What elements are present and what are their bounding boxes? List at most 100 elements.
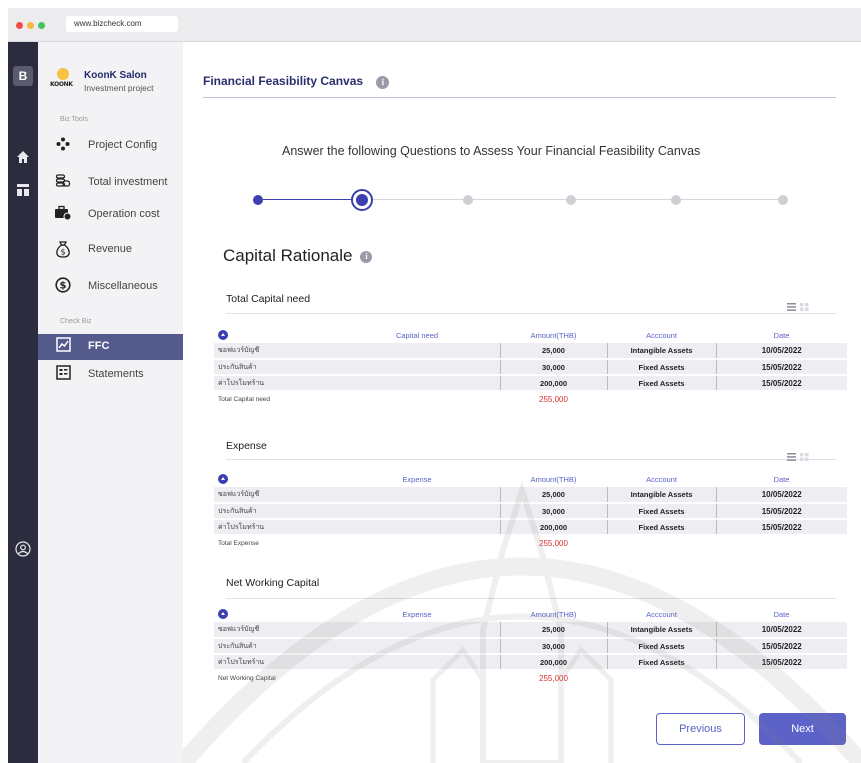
info-icon[interactable]: i <box>360 251 373 263</box>
date-cell: 15/05/2022 <box>715 519 847 536</box>
coins-icon <box>54 173 72 191</box>
date-cell: 10/05/2022 <box>715 343 847 360</box>
step-4[interactable] <box>566 195 576 205</box>
account-cell: Intangible Assets <box>606 343 716 360</box>
table-row[interactable]: ประกันสินค้า 30,000 Fixed Assets 15/05/2… <box>214 503 847 520</box>
total-value: 255,000 <box>539 395 568 404</box>
progress-stepper <box>251 184 796 214</box>
table-header: Acccount <box>646 609 677 619</box>
collapse-toggle-icon[interactable] <box>218 609 228 619</box>
amount-cell: 25,000 <box>499 622 607 639</box>
list-view-icon[interactable] <box>787 448 796 461</box>
info-icon[interactable]: i <box>376 76 390 89</box>
nav-operation-cost[interactable]: Operation cost <box>38 202 183 228</box>
nav-label: Statements <box>88 368 144 380</box>
step-2-current[interactable] <box>351 189 373 211</box>
previous-button[interactable]: Previous <box>656 713 745 745</box>
stepper-line-remaining <box>373 199 783 200</box>
table-header-row: Expense Amount(THB) Acccount Date <box>214 471 847 487</box>
table-header-row: Expense Amount(THB) Acccount Date <box>214 606 847 622</box>
table-header-row: Capital need Amount(THB) Acccount Date <box>214 327 847 343</box>
nav-ffc[interactable]: FFC <box>38 334 183 360</box>
table-divider <box>226 459 836 460</box>
home-icon[interactable] <box>15 150 31 166</box>
nav-revenue[interactable]: $ Revenue <box>38 237 183 263</box>
table-total-row: Net Working Capital 255,000 <box>214 670 847 686</box>
nav-label: Miscellaneous <box>88 280 158 292</box>
grid-view-icon[interactable] <box>800 298 809 311</box>
briefcase-icon <box>54 205 72 223</box>
account-cell: Intangible Assets <box>606 487 716 504</box>
nav-label: Project Config <box>88 139 158 151</box>
table-header: Acccount <box>646 474 677 484</box>
date-cell: 15/05/2022 <box>715 654 847 671</box>
next-button[interactable]: Next <box>759 713 846 745</box>
table-header <box>214 606 334 622</box>
step-1[interactable] <box>253 195 263 205</box>
step-6[interactable] <box>778 195 788 205</box>
table-row[interactable]: ค่าโปรโมทร้าน 200,000 Fixed Assets 15/05… <box>214 375 847 392</box>
table-divider <box>226 598 836 599</box>
brand-logo: KOONK <box>50 68 76 94</box>
table-row[interactable]: ซอฟแวร์บัญชี 25,000 Intangible Assets 10… <box>214 487 847 504</box>
nav-miscellaneous[interactable]: $ Miscellaneous <box>38 274 183 300</box>
nav-project-config[interactable]: Project Config <box>38 133 183 159</box>
account-cell: Fixed Assets <box>606 519 716 536</box>
dashboard-icon[interactable] <box>15 183 31 199</box>
table-row[interactable]: ประกันสินค้า 30,000 Fixed Assets 15/05/2… <box>214 638 847 655</box>
step-3[interactable] <box>463 195 473 205</box>
table-row[interactable]: ค่าโปรโมทร้าน 200,000 Fixed Assets 15/05… <box>214 654 847 671</box>
table-row[interactable]: ซอฟแวร์บัญชี 25,000 Intangible Assets 10… <box>214 343 847 360</box>
total-label: Total Capital need <box>218 396 271 403</box>
item-name-cell: ค่าโปรโมทร้าน <box>214 654 500 671</box>
amount-cell: 25,000 <box>499 343 607 360</box>
account-cell: Fixed Assets <box>606 654 716 671</box>
item-name-cell: ประกันสินค้า <box>214 503 500 520</box>
nav-label: Total investment <box>88 176 168 188</box>
item-name-cell: ประกันสินค้า <box>214 359 500 376</box>
table-title-expense: Expense <box>226 440 267 452</box>
nav-total-investment[interactable]: Total investment <box>38 170 183 196</box>
nav-label: Revenue <box>88 243 133 255</box>
date-cell: 15/05/2022 <box>715 503 847 520</box>
table-row[interactable]: ประกันสินค้า 30,000 Fixed Assets 15/05/2… <box>214 359 847 376</box>
browser-chrome: www.bizcheck.com <box>8 8 861 42</box>
step-5[interactable] <box>671 195 681 205</box>
address-bar[interactable]: www.bizcheck.com <box>66 16 178 32</box>
account-cell: Fixed Assets <box>606 359 716 376</box>
section-heading-text: Capital Rationale <box>223 246 353 265</box>
questions-subtitle: Answer the following Questions to Assess… <box>282 144 701 158</box>
item-name-cell: ซอฟแวร์บัญชี <box>214 487 500 504</box>
minimize-window-dot[interactable] <box>27 22 34 29</box>
date-cell: 15/05/2022 <box>715 375 847 392</box>
list-view-icon[interactable] <box>787 298 796 311</box>
user-account-icon[interactable] <box>15 541 31 557</box>
project-config-icon <box>54 136 72 154</box>
table-header: Amount(THB) <box>530 609 577 619</box>
account-cell: Fixed Assets <box>606 375 716 392</box>
app-logo[interactable]: B <box>13 66 33 86</box>
account-cell: Fixed Assets <box>606 638 716 655</box>
collapse-toggle-icon[interactable] <box>218 330 228 340</box>
amount-cell: 25,000 <box>499 487 607 504</box>
table-header: Date <box>773 330 790 340</box>
table-row[interactable]: ซอฟแวร์บัญชี 25,000 Intangible Assets 10… <box>214 622 847 639</box>
brand-sun-icon <box>57 68 69 80</box>
total-value: 255,000 <box>539 539 568 548</box>
collapse-toggle-icon[interactable] <box>218 474 228 484</box>
maximize-window-dot[interactable] <box>38 22 45 29</box>
icon-rail: B <box>8 42 38 763</box>
money-bag-icon: $ <box>54 240 72 258</box>
total-label: Net Working Capital <box>218 675 276 682</box>
grid-view-icon[interactable] <box>800 448 809 461</box>
main-content: Financial Feasibility Canvas i Answer th… <box>183 42 861 763</box>
nav-label: Operation cost <box>88 208 160 220</box>
table-header: Amount(THB) <box>530 474 577 484</box>
close-window-dot[interactable] <box>16 22 23 29</box>
view-toggle <box>787 298 813 311</box>
dollar-circle-icon: $ <box>54 277 72 295</box>
amount-cell: 30,000 <box>499 638 607 655</box>
table-row[interactable]: ค่าโปรโมทร้าน 200,000 Fixed Assets 15/05… <box>214 519 847 536</box>
nav-statements[interactable]: Statements <box>38 362 183 388</box>
item-name-cell: ค่าโปรโมทร้าน <box>214 519 500 536</box>
